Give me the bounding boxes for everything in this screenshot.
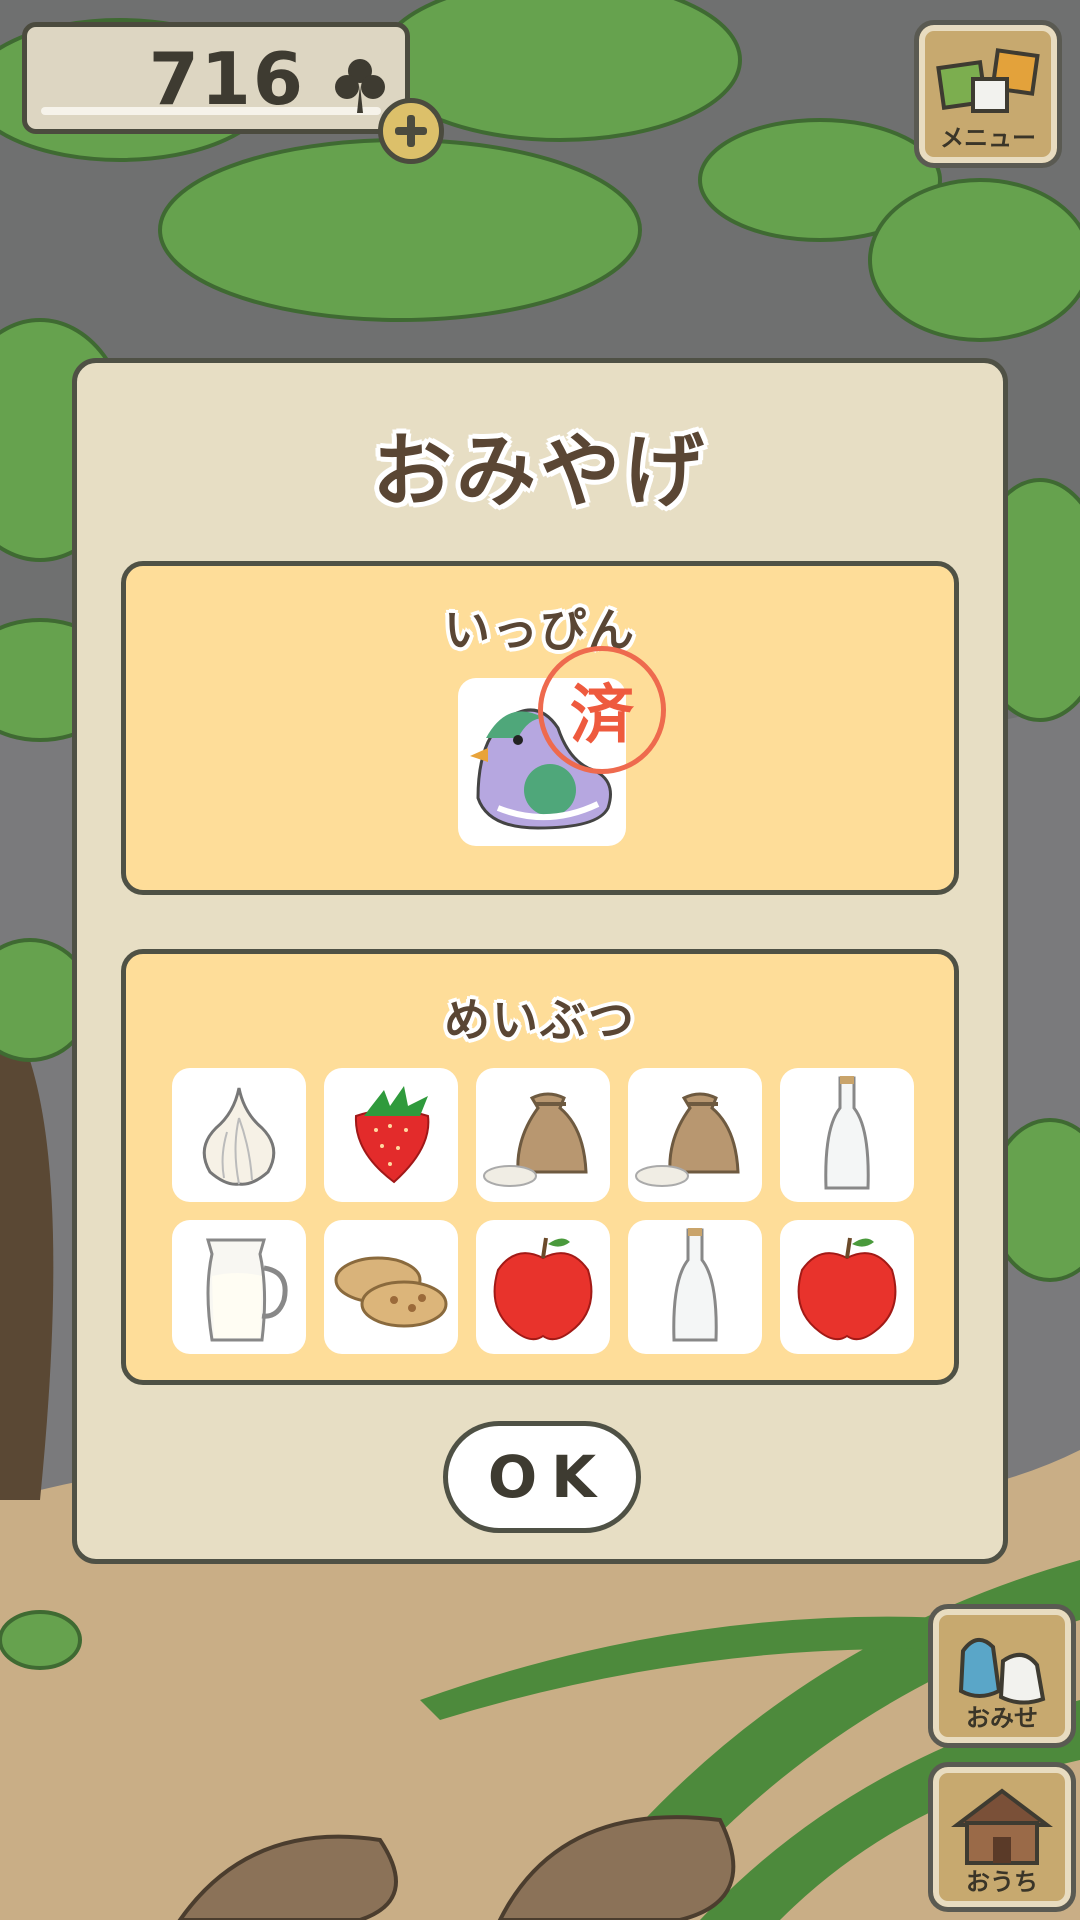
glass-bottle-icon [824, 1076, 870, 1190]
apple-icon [493, 1237, 593, 1341]
local-goods-tile[interactable] [476, 1220, 610, 1354]
rice-bag-icon [483, 1092, 588, 1187]
ok-button[interactable]: OK [443, 1421, 641, 1533]
local-goods-tile[interactable] [628, 1220, 762, 1354]
specialty-section: いっぴん 済 [121, 561, 959, 895]
local-goods-tile[interactable] [172, 1220, 306, 1354]
rice-bag-icon [635, 1092, 740, 1187]
home-button[interactable]: おうち [928, 1762, 1076, 1912]
strawberry-icon [354, 1086, 430, 1184]
local-goods-tile[interactable] [324, 1068, 458, 1202]
local-goods-section: めいぶつ [121, 949, 959, 1385]
local-goods-tile[interactable] [172, 1068, 306, 1202]
clover-counter: 716 [22, 22, 410, 134]
home-label: おうち [966, 1868, 1038, 1896]
shop-label: おみせ [966, 1704, 1038, 1732]
garlic-icon [202, 1087, 276, 1186]
local-goods-tile[interactable] [628, 1068, 762, 1202]
local-goods-tile[interactable] [780, 1220, 914, 1354]
plus-icon [395, 115, 427, 147]
menu-label: メニュー [940, 124, 1036, 152]
apple-icon [797, 1237, 897, 1341]
crackers-icon [334, 1256, 448, 1328]
specialty-title: いっぴん [444, 603, 636, 657]
completed-stamp: 済 [538, 646, 666, 774]
clover-amount: 716 [148, 37, 305, 121]
local-goods-tile[interactable] [324, 1220, 458, 1354]
dialog-title: おみやげ [372, 425, 708, 518]
souvenir-dialog: おみやげ いっぴん 済 めいぶつ OK [72, 358, 1008, 1564]
house-icon [951, 1788, 1053, 1865]
shop-button[interactable]: おみせ [928, 1604, 1076, 1748]
clover-icon [335, 59, 385, 113]
menu-button[interactable]: メニュー [914, 20, 1062, 168]
add-clover-button[interactable] [378, 98, 444, 164]
local-goods-title: めいぶつ [444, 993, 636, 1047]
milk-jug-icon [206, 1238, 288, 1342]
glass-bottle-icon [672, 1228, 718, 1342]
local-goods-tile[interactable] [780, 1068, 914, 1202]
local-goods-tile[interactable] [476, 1068, 610, 1202]
